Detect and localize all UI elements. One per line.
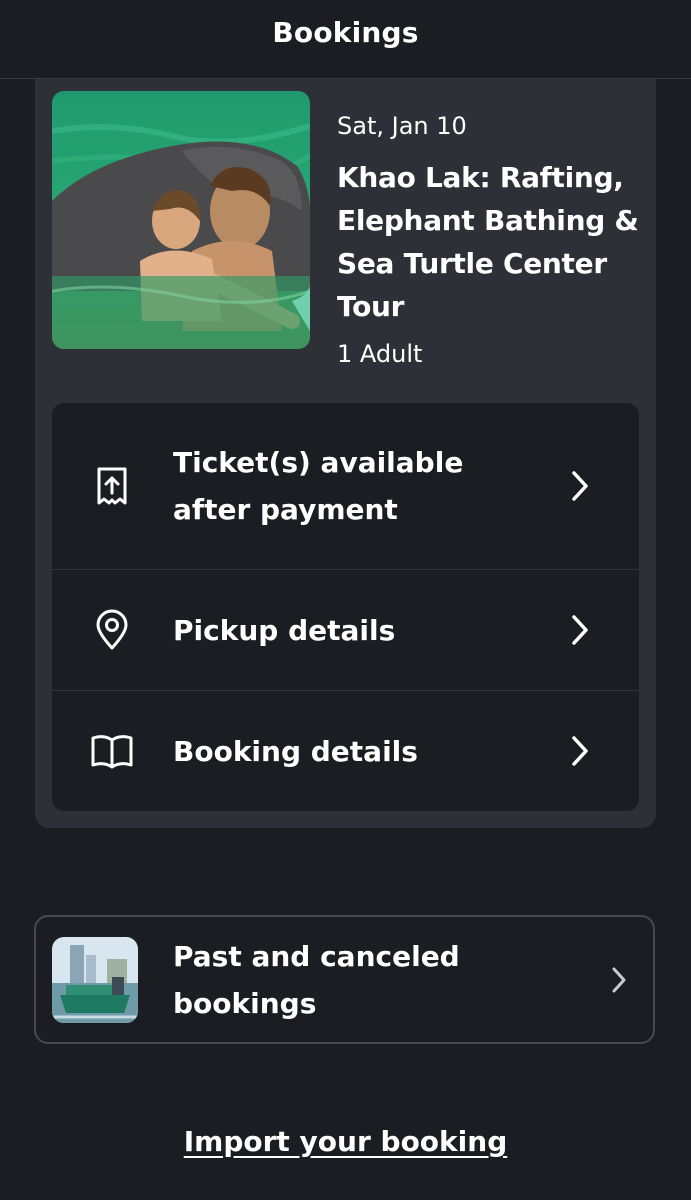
- tickets-row[interactable]: Ticket(s) available after payment: [52, 403, 639, 570]
- chevron-right-icon: [562, 612, 598, 648]
- upcoming-booking-card[interactable]: Sat, Jan 10 Khao Lak: Rafting, Elephant …: [35, 60, 656, 828]
- ticket-icon: [90, 464, 134, 508]
- participants-count: 1 Adult: [337, 340, 423, 368]
- tickets-label: Ticket(s) available after payment: [173, 446, 464, 526]
- past-bookings-thumbnail: [52, 937, 138, 1023]
- import-booking-link[interactable]: Import your booking: [0, 1125, 691, 1158]
- past-bookings-label: Past and canceled bookings: [173, 940, 460, 1020]
- boat-photo: [52, 937, 138, 1023]
- tour-title[interactable]: Khao Lak: Rafting, Elephant Bathing & Se…: [337, 156, 642, 328]
- booking-date: Sat, Jan 10: [337, 112, 467, 140]
- booking-thumbnail[interactable]: [52, 91, 310, 349]
- booking-details-row[interactable]: Booking details: [52, 691, 639, 811]
- chevron-right-icon: [562, 733, 598, 769]
- past-and-canceled-bookings-button[interactable]: Past and canceled bookings: [34, 915, 655, 1044]
- chevron-right-icon: [604, 965, 634, 995]
- location-pin-icon: [90, 608, 134, 652]
- pickup-details-row[interactable]: Pickup details: [52, 570, 639, 691]
- booking-actions-list: Ticket(s) available after payment Pickup…: [52, 403, 639, 811]
- pickup-details-label: Pickup details: [173, 613, 396, 647]
- app-header: Bookings: [0, 0, 691, 79]
- chevron-right-icon: [562, 468, 598, 504]
- page-title: Bookings: [272, 15, 419, 49]
- booking-details-label: Booking details: [173, 734, 418, 768]
- elephant-bathing-photo: [52, 91, 310, 349]
- book-icon: [90, 729, 134, 773]
